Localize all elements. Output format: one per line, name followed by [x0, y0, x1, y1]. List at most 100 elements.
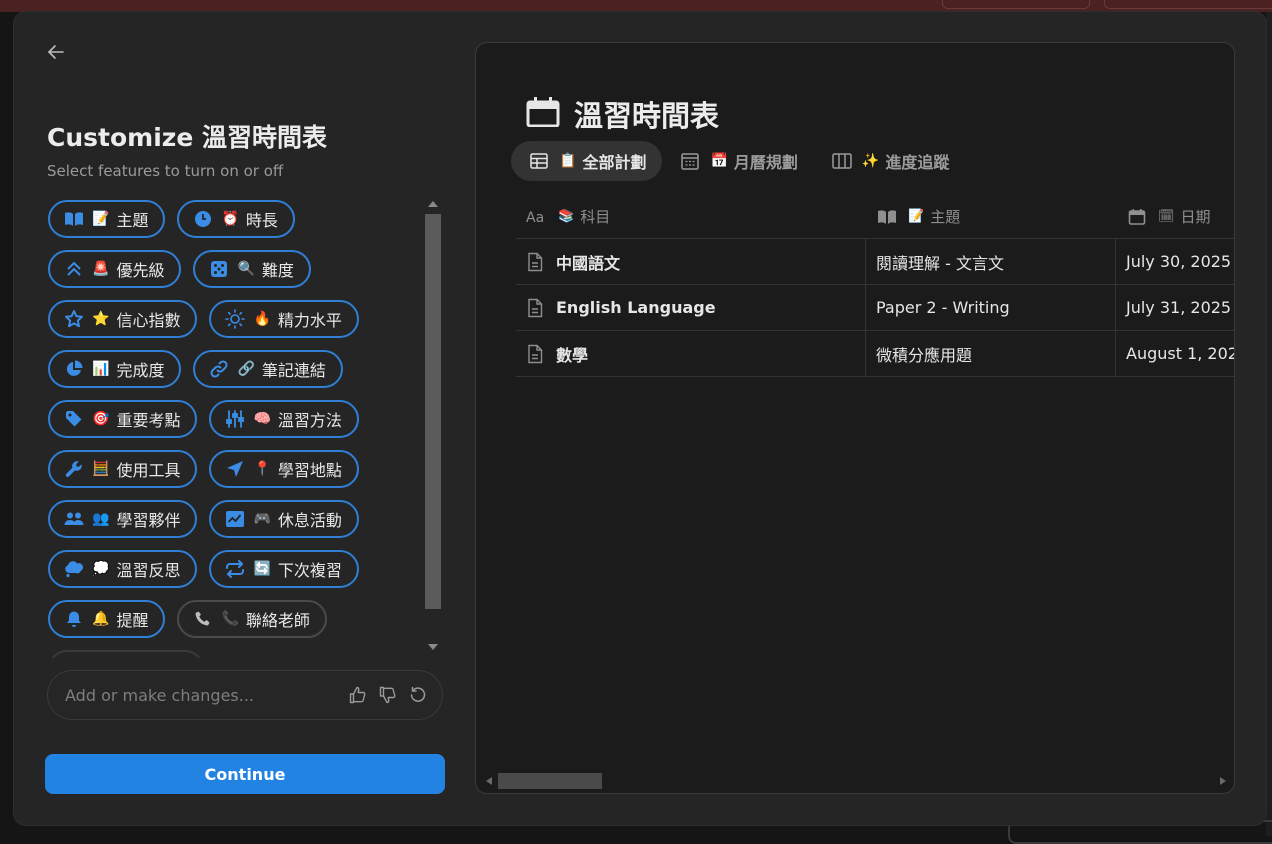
changes-input[interactable] [63, 684, 338, 706]
chip-next-review[interactable]: 🔄 下次複習 [209, 550, 359, 588]
clock-icon [193, 209, 213, 229]
scroll-right-arrow-icon[interactable] [1220, 777, 1226, 785]
svg-text:Aa: Aa [526, 210, 544, 224]
undo-icon[interactable] [408, 685, 428, 705]
link-icon [209, 359, 229, 379]
thumbs-down-icon[interactable] [378, 685, 398, 705]
table-row[interactable]: 中國語文 閱讀理解 - 文言文 July 30, 2025 [516, 239, 1234, 285]
repeat-emoji: 🔄 [253, 561, 271, 577]
chip-label: 溫習反思 [116, 561, 181, 580]
chip-tools[interactable]: 🧮 使用工具 [48, 450, 198, 488]
chip-break-activity[interactable]: 🎮 休息活動 [209, 500, 359, 538]
chip-duration[interactable]: ⏰ 時長 [177, 200, 295, 238]
table-row[interactable]: 數學 微積分應用題 August 1, 2025 [516, 331, 1234, 377]
chip-label: 優先級 [116, 261, 165, 280]
telephone-emoji: 📞 [221, 611, 239, 627]
cell-date[interactable]: July 30, 2025 [1116, 239, 1234, 284]
page-icon [526, 298, 544, 318]
customize-modal: Customize 溫習時間表 Select features to turn … [14, 12, 1266, 825]
pie-chart-icon [64, 359, 84, 379]
chip-partial[interactable] [48, 650, 204, 658]
thought-balloon-emoji: 💭 [92, 561, 110, 577]
page-icon [526, 252, 544, 272]
chip-confidence[interactable]: ⭐ 信心指數 [48, 300, 198, 338]
chip-completion[interactable]: 📊 完成度 [48, 350, 182, 388]
cell-subject[interactable]: English Language [516, 285, 866, 330]
chip-label: 休息活動 [277, 511, 342, 530]
chip-label: 筆記連結 [261, 361, 326, 380]
chip-reminder[interactable]: 🔔 提醒 [48, 600, 166, 638]
tab-month-plan[interactable]: 📅 月曆規劃 [662, 141, 813, 181]
cell-subject[interactable]: 數學 [516, 331, 866, 376]
preview-title-text: 溫習時間表 [574, 99, 720, 133]
location-arrow-icon [225, 459, 245, 479]
cell-date[interactable]: July 31, 2025 [1116, 285, 1234, 330]
thought-bubble-icon [64, 559, 84, 579]
link-emoji: 🔗 [237, 361, 255, 377]
chip-energy[interactable]: 🔥 精力水平 [209, 300, 359, 338]
database-preview: 溫習時間表 📋 全部計劃 📅 月曆規劃 ✨ 進度追蹤 Aa 📚 科目 📝 主題 … [475, 42, 1235, 794]
chip-contact-teacher[interactable]: 📞 聯絡老師 [177, 600, 327, 638]
people-icon [64, 509, 84, 529]
chip-reflection[interactable]: 💭 溫習反思 [48, 550, 198, 588]
table-row[interactable]: English Language Paper 2 - Writing July … [516, 285, 1234, 331]
background-button [1104, 0, 1272, 9]
scroll-thumb[interactable] [425, 214, 441, 609]
scroll-thumb[interactable] [498, 773, 602, 789]
tab-progress-tracking[interactable]: ✨ 進度追蹤 [814, 141, 965, 181]
people-emoji: 👥 [92, 511, 110, 527]
background-edge [1266, 12, 1272, 836]
changes-input-box [47, 670, 443, 720]
background-button [942, 0, 1090, 9]
background-window-strip [0, 0, 1272, 12]
thumbs-up-icon[interactable] [348, 685, 368, 705]
cell-date[interactable]: August 1, 2025 [1116, 331, 1234, 376]
chip-label: 難度 [261, 261, 294, 280]
column-header-topic[interactable]: 📝 主題 [866, 195, 1116, 238]
back-arrow-icon[interactable] [44, 40, 68, 64]
horizontal-scrollbar[interactable] [478, 773, 1232, 789]
continue-button[interactable]: Continue [45, 754, 445, 794]
magnifier-emoji: 🔍 [237, 261, 255, 277]
chips-scrollbar[interactable] [424, 200, 442, 658]
column-label: 日期 [1180, 208, 1211, 226]
chip-difficulty[interactable]: 🔍 難度 [193, 250, 311, 288]
wrench-icon [64, 459, 84, 479]
tab-label: 全部計劃 [582, 153, 647, 172]
preview-title: 溫習時間表 [526, 93, 719, 135]
bell-emoji: 🔔 [92, 611, 110, 627]
tab-all-plans[interactable]: 📋 全部計劃 [511, 141, 663, 181]
bell-icon [64, 609, 84, 629]
memo-emoji: 📝 [908, 209, 925, 224]
chip-label: 主題 [116, 211, 149, 230]
tab-label: 進度追蹤 [885, 153, 950, 172]
chip-location[interactable]: 📍 學習地點 [209, 450, 359, 488]
chip-study-method[interactable]: 🧠 溫習方法 [209, 400, 359, 438]
chip-topic[interactable]: 📝 主題 [48, 200, 166, 238]
chip-key-points[interactable]: 🎯 重要考點 [48, 400, 198, 438]
scroll-up-arrow-icon[interactable] [428, 201, 438, 207]
memo-emoji: 📝 [92, 211, 110, 227]
column-header-subject[interactable]: Aa 📚 科目 [516, 195, 866, 238]
feature-chip-list: 📝 主題 ⏰ 時長 🚨 優先級 🔍 難度 ⭐ 信心指數 🔥 精力水平 📊 完成度… [48, 200, 408, 658]
chip-study-partner[interactable]: 👥 學習夥伴 [48, 500, 198, 538]
chevrons-up-icon [64, 259, 84, 279]
scroll-left-arrow-icon[interactable] [486, 777, 492, 785]
star-emoji: ⭐ [92, 311, 110, 327]
scroll-down-arrow-icon[interactable] [428, 644, 438, 650]
column-header-date[interactable]: 🗓 日期 [1116, 195, 1234, 238]
page-icon [526, 344, 544, 364]
chip-label: 使用工具 [116, 461, 181, 480]
cell-topic[interactable]: Paper 2 - Writing [866, 285, 1116, 330]
cell-subject[interactable]: 中國語文 [516, 239, 866, 284]
cell-topic[interactable]: 微積分應用題 [866, 331, 1116, 376]
fire-emoji: 🔥 [253, 311, 271, 327]
dice-icon [209, 259, 229, 279]
chip-notes-link[interactable]: 🔗 筆記連結 [193, 350, 343, 388]
tab-label: 月曆規劃 [733, 153, 798, 172]
tag-icon [64, 409, 84, 429]
cell-topic[interactable]: 閱讀理解 - 文言文 [866, 239, 1116, 284]
spiral-calendar-emoji: 🗓 [1158, 209, 1175, 224]
chip-priority[interactable]: 🚨 優先級 [48, 250, 182, 288]
chart-line-icon [225, 509, 245, 529]
